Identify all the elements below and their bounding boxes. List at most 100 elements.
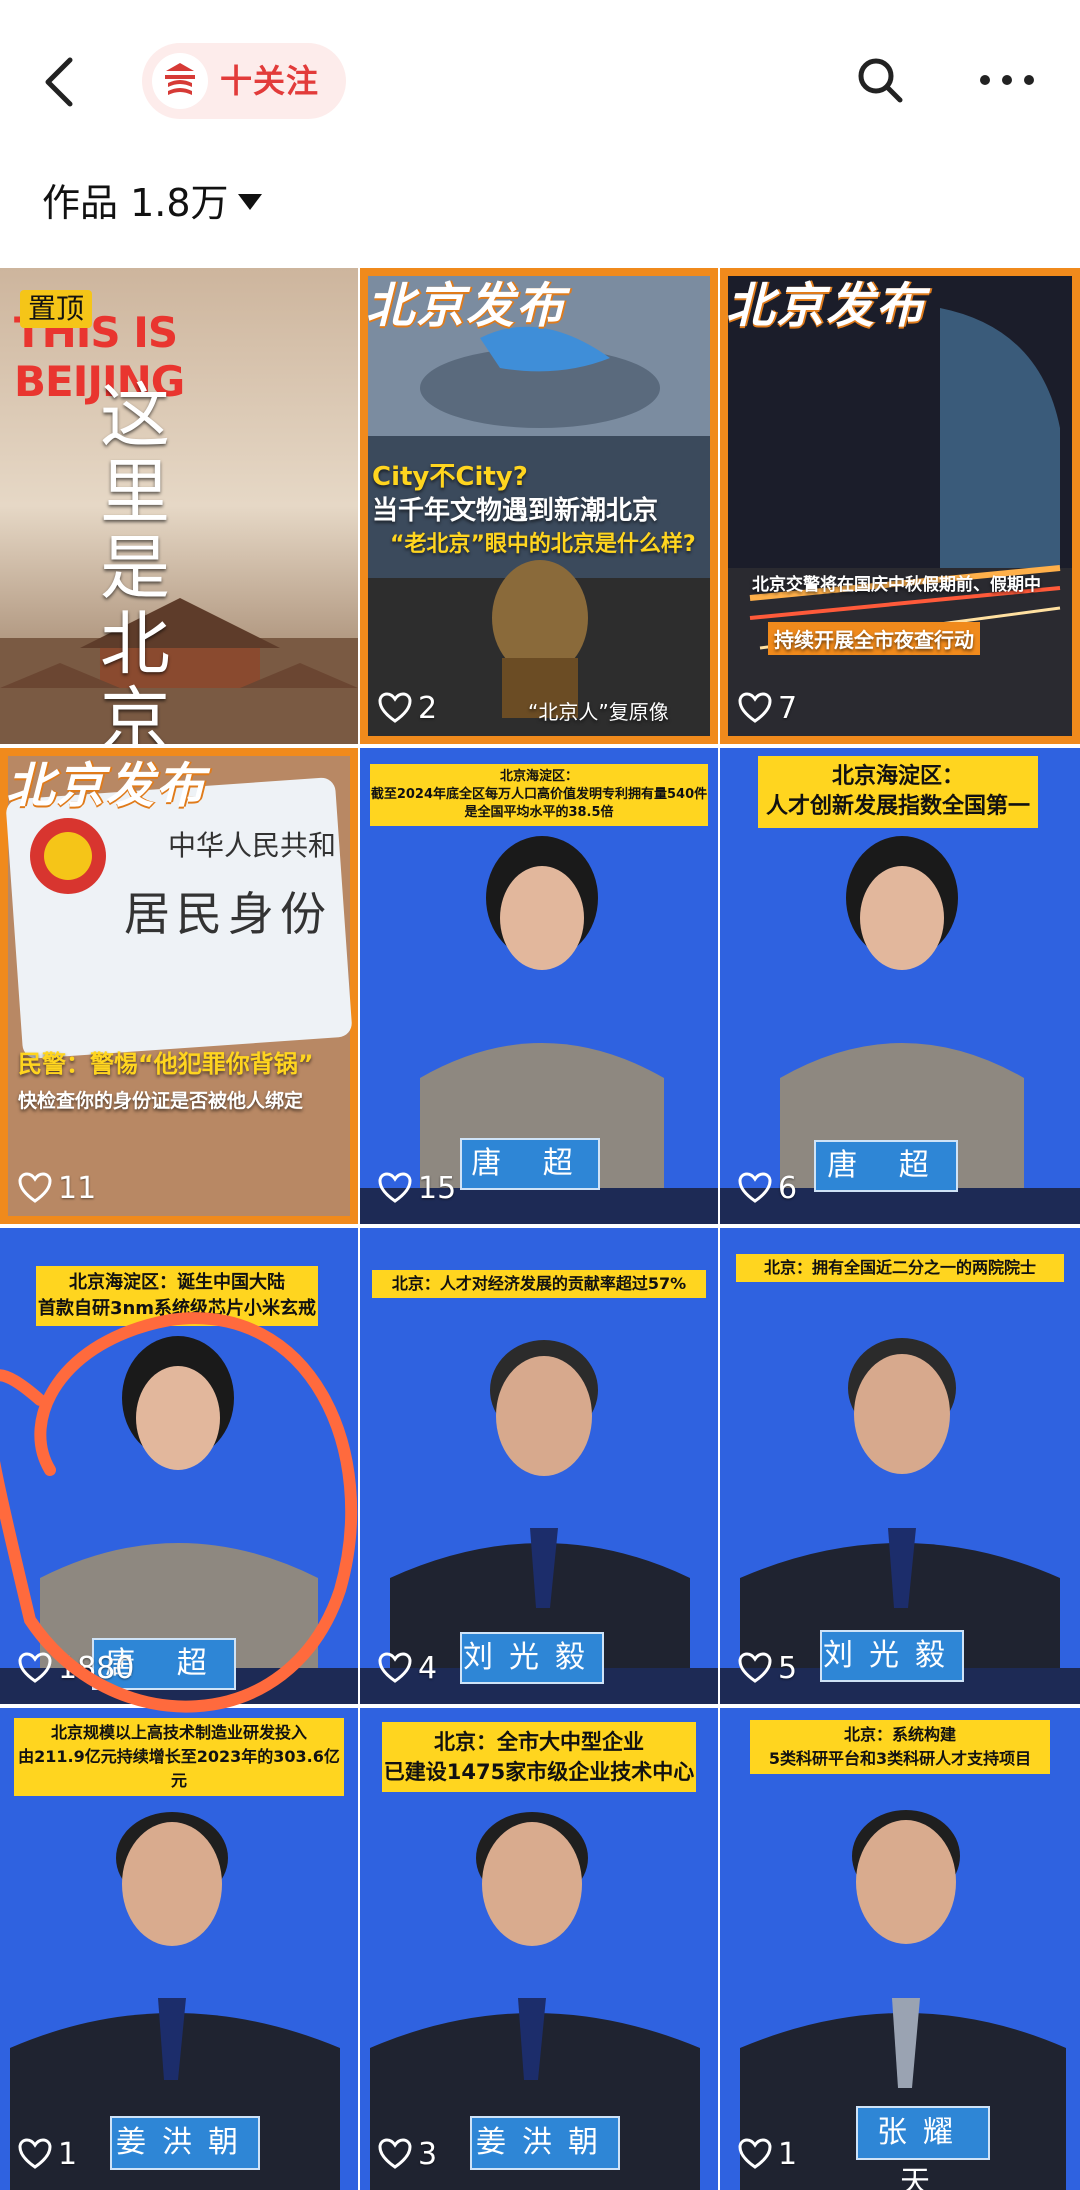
tile-subtitle: “老北京”眼中的北京是什么样?	[390, 532, 696, 557]
caption-banner: 北京：拥有全国近二分之一的两院院士	[736, 1254, 1064, 1282]
like-count: 1	[738, 2134, 797, 2174]
top-bar: 十关注	[0, 0, 1080, 160]
video-tile[interactable]: 北京发布 中华人民共和 居民身份 民警：警惕“他犯罪你背锅” 快检查你的身份证是…	[0, 748, 358, 1224]
back-arrow-icon[interactable]	[30, 50, 94, 114]
heart-icon	[738, 692, 772, 723]
like-count-value: 7	[778, 690, 798, 726]
caret-down-icon[interactable]	[236, 192, 264, 212]
caption-banner: 北京：系统构建 5类科研平台和3类科研人才支持项目	[750, 1720, 1050, 1774]
like-count-value: 15	[418, 1170, 457, 1206]
caption-line: 北京：拥有全国近二分之一的两院院士	[763, 1258, 1036, 1277]
tile-calligraphy: 这里是北京	[100, 375, 170, 744]
follow-button[interactable]: 十关注	[142, 43, 346, 119]
warning-text: 快检查你的身份证是否被他人绑定	[18, 1090, 304, 1112]
like-count: 2	[378, 688, 437, 728]
speaker-nameplate: 姜洪朝	[110, 2116, 260, 2170]
like-count: 5	[738, 1648, 797, 1688]
thumbnail-image	[720, 268, 1080, 744]
like-count-value: 6	[778, 1170, 798, 1206]
like-count-value: 5	[778, 1650, 798, 1686]
id-card-text: 中华人民共和	[168, 829, 337, 862]
caption-line: 5类科研平台和3类科研人才支持项目	[768, 1749, 1032, 1768]
like-count: 6	[738, 1168, 797, 1208]
thumbnail-image	[0, 748, 358, 1224]
beijing-logo-icon	[165, 63, 195, 95]
account-avatar[interactable]	[152, 53, 208, 109]
like-count: 11	[18, 1168, 96, 1208]
like-count: 4	[378, 1648, 437, 1688]
heart-icon	[18, 1652, 52, 1683]
like-count-value: 11	[58, 1170, 97, 1206]
heart-icon	[378, 1172, 412, 1203]
caption-line: 北京海淀区：	[831, 764, 964, 789]
works-count-dropdown[interactable]: 作品 1.8万	[42, 178, 229, 228]
video-tile[interactable]: 北京海淀区：诞生中国大陆 首款自研3nm系统级芯片小米玄戒 唐 超 1880	[0, 1228, 358, 1704]
like-count: 3	[378, 2134, 437, 2174]
brand-watermark: 北京发布	[366, 278, 567, 334]
caption-banner: 北京：人才对经济发展的贡献率超过57%	[372, 1270, 706, 1298]
video-tile[interactable]: 北京海淀区： 截至2024年底全区每万人口高价值发明专利拥有量540件 是全国平…	[360, 748, 718, 1224]
brand-watermark: 北京发布	[6, 758, 207, 814]
caption-line: 北京海淀区：	[499, 769, 578, 784]
like-count-value: 1	[778, 2136, 798, 2172]
id-card-text: 居民身份	[124, 887, 332, 941]
heart-icon	[378, 692, 412, 723]
caption-line: 已建设1475家市级企业技术中心	[383, 1760, 695, 1784]
warning-text: 民警：警惕“他犯罪你背锅”	[18, 1050, 314, 1078]
pinned-badge: 置顶	[20, 290, 93, 328]
speaker-nameplate: 姜洪朝	[470, 2116, 620, 2170]
tile-text: 北京交警将在国庆中秋假期前、假期中	[752, 575, 1041, 595]
caption-line: 北京规模以上高技术制造业研发投入	[50, 1723, 307, 1742]
like-count: 1	[18, 2134, 77, 2174]
video-tile[interactable]: 北京海淀区： 人才创新发展指数全国第一 唐 超 6	[720, 748, 1080, 1224]
heart-icon	[738, 1172, 772, 1203]
video-tile[interactable]: 北京发布 City不City? 当千年文物遇到新潮北京 “老北京”眼中的北京是什…	[360, 268, 718, 744]
like-count: 7	[738, 688, 797, 728]
like-count-value: 1	[58, 2136, 78, 2172]
caption-line: 北京海淀区：诞生中国大陆	[69, 1272, 285, 1293]
like-count-value: 3	[418, 2136, 438, 2172]
speaker-nameplate: 张耀天	[856, 2106, 990, 2190]
caption-line: 首款自研3nm系统级芯片小米玄戒	[37, 1298, 317, 1319]
caption-banner: 北京海淀区： 人才创新发展指数全国第一	[758, 756, 1038, 828]
tile-text: 持续开展全市夜查行动	[768, 622, 980, 655]
follow-label: 十关注	[220, 62, 320, 100]
video-tile-pinned[interactable]: THIS IS BEIJING 这里是北京 置顶	[0, 268, 358, 744]
caption-line: 北京：全市大中型企业	[434, 1730, 644, 1754]
caption-line: 北京：人才对经济发展的贡献率超过57%	[391, 1274, 687, 1293]
heart-icon	[378, 1652, 412, 1683]
like-count-value: 4	[418, 1650, 438, 1686]
video-tile[interactable]: 北京：全市大中型企业 已建设1475家市级企业技术中心 姜洪朝 3	[360, 1708, 718, 2190]
caption-banner: 北京海淀区：诞生中国大陆 首款自研3nm系统级芯片小米玄戒	[36, 1266, 318, 1326]
caption-line: 由211.9亿元持续增长至2023年的303.6亿元	[18, 1747, 340, 1790]
like-count: 1880	[18, 1648, 134, 1688]
speaker-nameplate: 刘光毅	[460, 1632, 604, 1684]
heart-icon	[18, 1172, 52, 1203]
like-count-value: 2	[418, 690, 438, 726]
caption-banner: 北京规模以上高技术制造业研发投入 由211.9亿元持续增长至2023年的303.…	[14, 1718, 344, 1796]
brand-watermark: 北京发布	[726, 278, 927, 334]
more-options-icon[interactable]	[975, 55, 1039, 105]
caption-banner: 北京：全市大中型企业 已建设1475家市级企业技术中心	[382, 1722, 696, 1792]
video-tile[interactable]: 北京规模以上高技术制造业研发投入 由211.9亿元持续增长至2023年的303.…	[0, 1708, 358, 2190]
search-icon[interactable]	[852, 52, 908, 108]
tile-title: City不City?	[372, 462, 528, 492]
caption-line: 截至2024年底全区每万人口高价值发明专利拥有量540件	[370, 787, 708, 802]
speaker-nameplate: 唐 超	[460, 1138, 600, 1190]
heart-icon	[738, 1652, 772, 1683]
speaker-nameplate: 唐 超	[814, 1140, 958, 1192]
caption-line: 人才创新发展指数全国第一	[765, 794, 1030, 819]
speaker-nameplate: 刘光毅	[820, 1630, 964, 1682]
heart-icon	[738, 2138, 772, 2169]
like-count: 15	[378, 1168, 456, 1208]
video-tile[interactable]: 北京：拥有全国近二分之一的两院院士 刘光毅 5	[720, 1228, 1080, 1704]
video-tile[interactable]: 北京：系统构建 5类科研平台和3类科研人才支持项目 张耀天 1	[720, 1708, 1080, 2190]
tile-footer: “北京人”复原像	[528, 700, 669, 724]
heart-icon	[378, 2138, 412, 2169]
video-grid: THIS IS BEIJING 这里是北京 置顶 北京发布 City不City?…	[0, 268, 1080, 2190]
caption-line: 北京：系统构建	[843, 1725, 956, 1744]
tile-title: 当千年文物遇到新潮北京	[372, 496, 659, 526]
caption-line: 是全国平均水平的38.5倍	[464, 805, 614, 820]
video-tile[interactable]: 北京发布 北京交警将在国庆中秋假期前、假期中 持续开展全市夜查行动 7	[720, 268, 1080, 744]
video-tile[interactable]: 北京：人才对经济发展的贡献率超过57% 刘光毅 4	[360, 1228, 718, 1704]
